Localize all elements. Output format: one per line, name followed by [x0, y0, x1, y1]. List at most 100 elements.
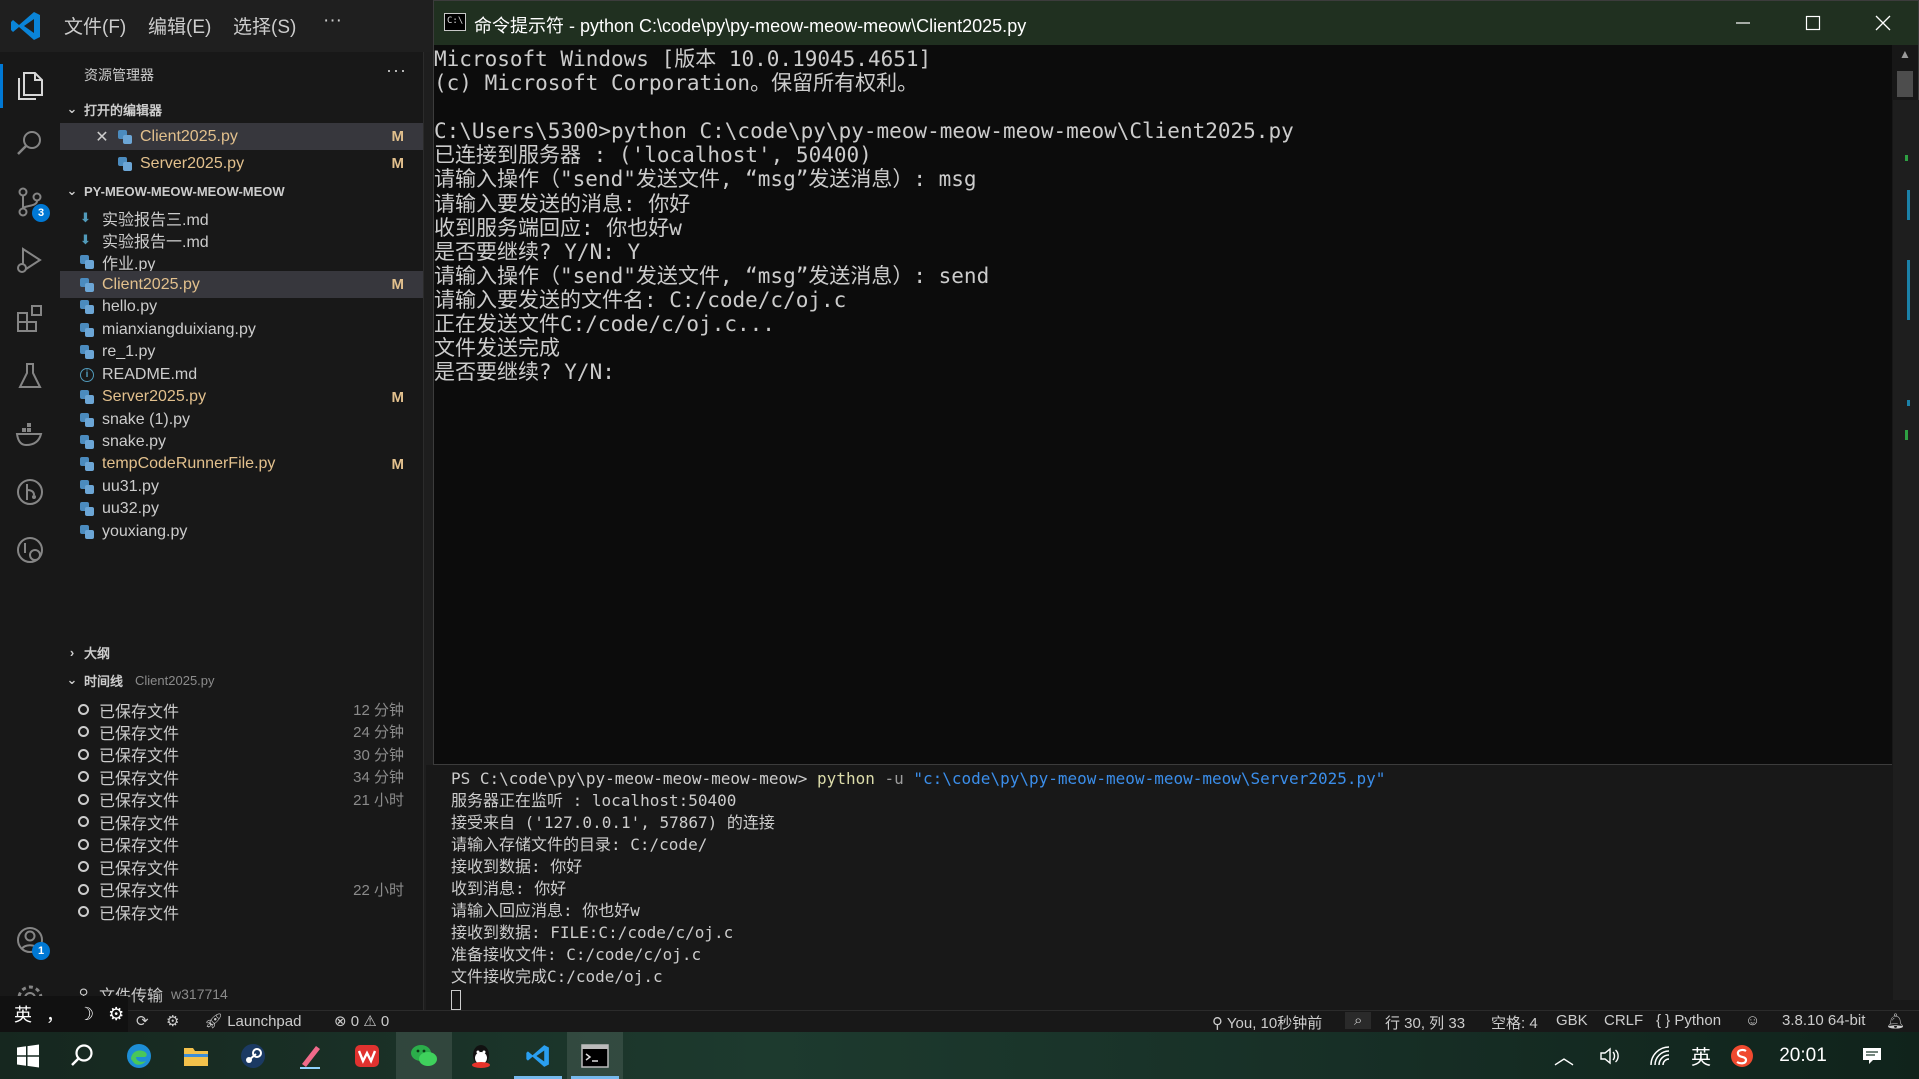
search-icon[interactable]: [8, 122, 52, 166]
file-tree-item[interactable]: youxiang.py: [60, 518, 423, 545]
cmd-line: 是否要继续? Y/N:: [434, 360, 615, 385]
explorer-title: 资源管理器: [84, 67, 154, 83]
sync-icon[interactable]: ⟳: [136, 1012, 149, 1030]
open-editor-name: Server2025.py: [140, 154, 245, 172]
modified-flag: M: [391, 455, 405, 473]
terminal-line: 服务器正在监听 : localhost:50400: [451, 791, 737, 810]
open-editor-item[interactable]: ✕ Client2025.py M: [60, 123, 423, 150]
copilot-icon[interactable]: ☺: [1745, 1012, 1760, 1029]
git-blame-item[interactable]: ⚲ You, 10秒钟前: [1212, 1012, 1322, 1033]
integrated-terminal[interactable]: PS C:\code\py\py-meow-meow-meow-meow> py…: [426, 765, 1919, 1010]
launchpad-item[interactable]: 🚀︎ Launchpad: [204, 1012, 301, 1030]
steam-icon[interactable]: [225, 1032, 281, 1079]
pen-app-icon[interactable]: [282, 1032, 338, 1079]
wechat-icon[interactable]: [396, 1032, 452, 1079]
zoom-icon[interactable]: ⌕: [1345, 1012, 1372, 1029]
ime-settings-icon[interactable]: ⚙: [108, 1004, 124, 1025]
scrollbar-thumb[interactable]: [1897, 71, 1913, 97]
git-icon[interactable]: ⚙: [166, 1012, 179, 1030]
run-debug-icon[interactable]: [8, 238, 52, 282]
line-ending[interactable]: CRLF: [1604, 1012, 1643, 1029]
close-editor-icon[interactable]: ✕: [92, 127, 112, 147]
timeline-circle-icon: [78, 906, 89, 918]
python-file-icon: [80, 479, 94, 494]
wifi-icon[interactable]: [1640, 1032, 1680, 1079]
open-editors-header[interactable]: ⌄ 打开的编辑器: [60, 97, 423, 121]
accounts-badge: 1: [32, 942, 50, 960]
cmd-titlebar[interactable]: C:\ 命令提示符 - python C:\code\py\py-meow-me…: [434, 1, 1918, 45]
launchpad-label: Launchpad: [227, 1013, 302, 1030]
terminal-cursor: [451, 989, 461, 1010]
testing-flask-icon[interactable]: [8, 354, 52, 398]
close-button[interactable]: [1848, 1, 1918, 45]
timeline-circle-icon: [78, 861, 89, 873]
remote-explorer-icon[interactable]: [8, 528, 52, 572]
windows-start-icon[interactable]: [0, 1032, 56, 1079]
notifications-bell-icon[interactable]: 🔔︎: [1886, 1012, 1905, 1030]
file-name: snake.py: [102, 433, 167, 450]
extensions-icon[interactable]: [8, 296, 52, 340]
timeline-header[interactable]: ⌄ 时间线 Client2025.py: [60, 668, 423, 692]
file-name: mianxiangduixiang.py: [102, 320, 256, 338]
ime-punctuation[interactable]: ，: [46, 1001, 64, 1027]
modified-flag: M: [391, 276, 405, 294]
timeline-item[interactable]: 已保存文件: [60, 898, 423, 925]
indentation[interactable]: 空格: 4: [1491, 1012, 1538, 1033]
timeline-circle-icon: [78, 726, 89, 738]
cmd-line: (c) Microsoft Corporation。保留所有权利。: [434, 71, 919, 96]
cursor-position[interactable]: 行 30, 列 33: [1385, 1012, 1465, 1033]
timeline-file: Client2025.py: [135, 672, 215, 688]
cmd-taskbar-icon[interactable]: [567, 1032, 623, 1079]
explorer-more-button[interactable]: ···: [386, 60, 407, 81]
cmd-line: 请输入要发送的消息: 你好: [434, 191, 691, 216]
tray-ime-mode[interactable]: 英: [1683, 1032, 1719, 1079]
python-interpreter[interactable]: 3.8.10 64-bit: [1782, 1012, 1865, 1029]
sogou-ime-icon[interactable]: [1724, 1032, 1760, 1079]
ime-mode[interactable]: 英: [14, 1001, 32, 1027]
menu-selection[interactable]: 选择(S): [233, 12, 296, 39]
edge-browser-icon[interactable]: [111, 1032, 167, 1079]
info-file-icon: i: [80, 367, 94, 382]
menu-more[interactable]: ···: [323, 10, 342, 32]
timeline-label: 时间线: [84, 673, 124, 689]
clock[interactable]: 20:01: [1774, 1032, 1832, 1079]
wps-office-icon[interactable]: [339, 1032, 395, 1079]
accounts-icon[interactable]: 1: [8, 918, 52, 962]
outline-header[interactable]: › 大纲: [60, 640, 423, 664]
terminal-line: 接收到数据: FILE:C:/code/c/oj.c: [451, 923, 734, 942]
source-control-icon[interactable]: 3: [8, 180, 52, 224]
menu-edit[interactable]: 编辑(E): [148, 12, 211, 39]
docker-whale-icon[interactable]: [8, 412, 52, 456]
menu-file[interactable]: 文件(F): [64, 12, 126, 39]
volume-icon[interactable]: [1590, 1032, 1630, 1079]
moon-icon[interactable]: ☽: [78, 1004, 94, 1025]
qq-icon[interactable]: [453, 1032, 509, 1079]
problems-item[interactable]: ⊗ 0 ⚠ 0: [334, 1012, 389, 1030]
folder-header[interactable]: ⌄ PY-MEOW-MEOW-MEOW-MEOW: [60, 179, 423, 203]
encoding[interactable]: GBK: [1556, 1012, 1588, 1029]
git-graph-icon[interactable]: [8, 470, 52, 514]
ruler-mark: [1905, 430, 1908, 440]
vscode-taskbar-icon[interactable]: [510, 1032, 566, 1079]
file-explorer-icon[interactable]: [168, 1032, 224, 1079]
python-file-icon: [80, 277, 94, 292]
open-editor-item[interactable]: Server2025.py M: [60, 150, 423, 177]
action-center-icon[interactable]: [1852, 1032, 1892, 1079]
timeline-time: 34 分钟: [353, 769, 404, 787]
cmd-title: 命令提示符 - python C:\code\py\py-meow-meow-m…: [474, 16, 1027, 36]
maximize-button[interactable]: [1778, 1, 1848, 45]
warning-count: 0: [380, 1013, 390, 1030]
scroll-up-icon[interactable]: ▲: [1892, 47, 1918, 61]
terminal-line: 接受来自 ('127.0.0.1', 57867) 的连接: [451, 813, 775, 832]
cmd-output[interactable]: Microsoft Windows [版本 10.0.19045.4651] (c…: [434, 45, 1874, 765]
search-taskbar-icon[interactable]: [54, 1032, 110, 1079]
minimize-button[interactable]: [1708, 1, 1778, 45]
markdown-file-icon: ⬇: [80, 209, 91, 225]
open-editor-name: Client2025.py: [140, 127, 238, 145]
chevron-down-icon: ⌄: [66, 101, 78, 116]
python-file-icon: [80, 412, 94, 427]
language-mode[interactable]: { } Python: [1656, 1012, 1721, 1029]
explorer-icon[interactable]: [0, 64, 52, 108]
file-name: Server2025.py: [102, 388, 207, 406]
tray-chevron-up-icon[interactable]: ︿: [1547, 1032, 1581, 1079]
